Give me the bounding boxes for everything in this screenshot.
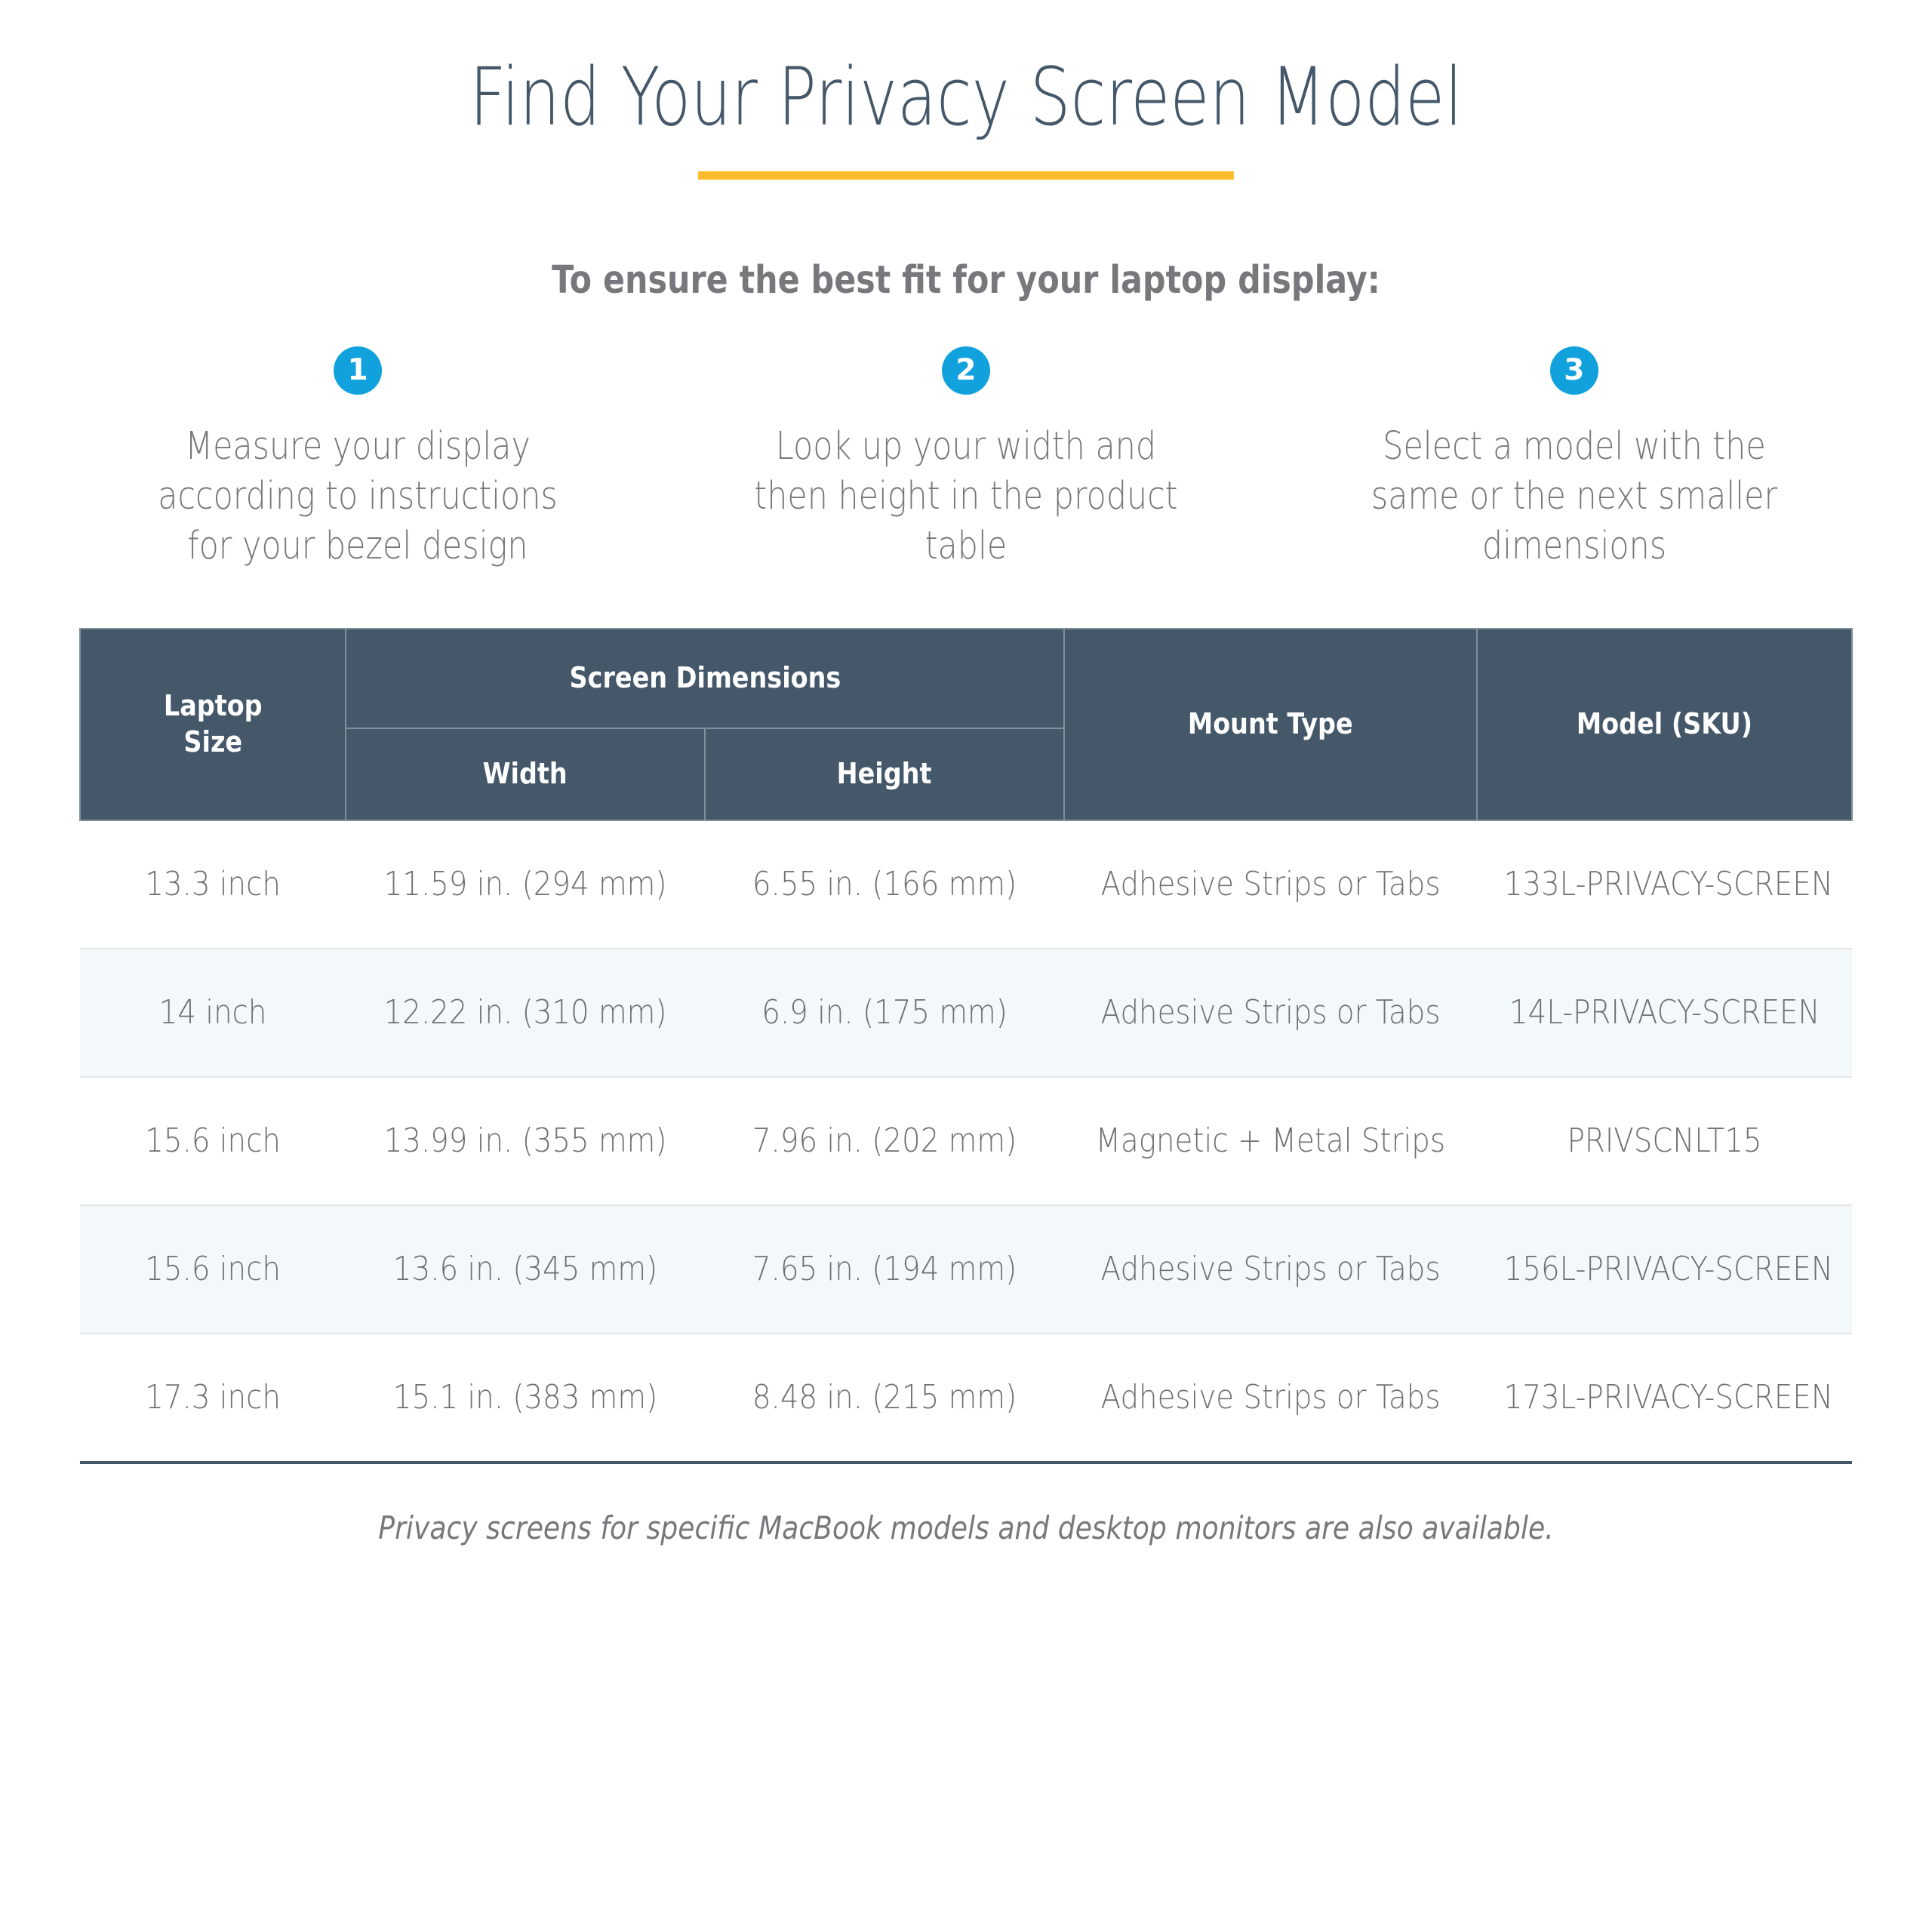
column-group-header-screen-dimensions: Screen Dimensions [345, 627, 1065, 729]
cell-model-sku: 173L-PRIVACY-SCREEN [1477, 1333, 1852, 1464]
cell-height: 6.9 in. (175 mm) [705, 948, 1064, 1078]
step-item-3: 3 Select a model with the same or the ne… [1270, 346, 1878, 572]
table-head: Laptop Size Screen Dimensions Mount Type… [79, 627, 1853, 821]
cell-width: 12.22 in. (310 mm) [346, 948, 705, 1078]
column-header-height-label: Height [837, 756, 932, 790]
table-row: 15.6 inch 13.99 in. (355 mm) 7.96 in. (2… [80, 1076, 1852, 1206]
cell-height: 6.55 in. (166 mm) [705, 820, 1064, 949]
page-title: Find Your Privacy Screen Model [469, 51, 1463, 143]
column-header-height: Height [704, 727, 1065, 821]
cell-height: 8.48 in. (215 mm) [705, 1333, 1064, 1464]
cell-model-sku: 133L-PRIVACY-SCREEN [1477, 820, 1852, 949]
column-header-mount-type: Mount Type [1063, 627, 1478, 821]
step-text-3: Select a model with the same or the next… [1371, 423, 1777, 569]
cell-width: 15.1 in. (383 mm) [346, 1333, 705, 1464]
table-row: 17.3 inch 15.1 in. (383 mm) 8.48 in. (21… [80, 1333, 1852, 1464]
cell-laptop-size: 13.3 inch [80, 820, 346, 949]
table-body: 13.3 inch 11.59 in. (294 mm) 6.55 in. (1… [80, 820, 1852, 1464]
table-header-row-group: Laptop Size Screen Dimensions Mount Type… [79, 627, 1853, 821]
product-table-wrapper: Laptop Size Screen Dimensions Mount Type… [79, 627, 1853, 1464]
footnote: Privacy screens for specific MacBook mod… [378, 1509, 1554, 1546]
cell-mount-type: Magnetic + Metal Strips [1064, 1076, 1477, 1206]
table-row: 15.6 inch 13.6 in. (345 mm) 7.65 in. (19… [80, 1204, 1852, 1334]
cell-laptop-size: 15.6 inch [80, 1204, 346, 1334]
table-row: 14 inch 12.22 in. (310 mm) 6.9 in. (175 … [80, 948, 1852, 1078]
step-item-2: 2 Look up your width and then height in … [662, 346, 1270, 572]
cell-mount-type: Adhesive Strips or Tabs [1064, 1333, 1477, 1464]
column-header-laptop-size-line1: Laptop [163, 689, 263, 723]
column-header-laptop-size-line2: Size [183, 724, 242, 758]
subtitle: To ensure the best fit for your laptop d… [552, 257, 1380, 303]
step-item-1: 1 Measure your display according to inst… [54, 346, 662, 572]
cell-model-sku: 156L-PRIVACY-SCREEN [1477, 1204, 1852, 1334]
column-group-header-label: Screen Dimensions [569, 660, 841, 694]
cell-laptop-size: 17.3 inch [80, 1333, 346, 1464]
cell-model-sku: PRIVSCNLT15 [1477, 1076, 1852, 1206]
step-text-1: Measure your display according to instru… [158, 423, 558, 569]
header-block: Find Your Privacy Screen Model [0, 0, 1932, 180]
step-number-badge-1: 1 [334, 346, 383, 395]
product-table: Laptop Size Screen Dimensions Mount Type… [79, 627, 1853, 1464]
step-number-badge-2: 2 [941, 346, 990, 395]
table-row: 13.3 inch 11.59 in. (294 mm) 6.55 in. (1… [80, 820, 1852, 949]
cell-laptop-size: 14 inch [80, 948, 346, 1078]
cell-mount-type: Adhesive Strips or Tabs [1064, 1204, 1477, 1334]
cell-mount-type: Adhesive Strips or Tabs [1064, 948, 1477, 1078]
cell-height: 7.96 in. (202 mm) [705, 1076, 1064, 1206]
column-header-model-sku: Model (SKU) [1476, 627, 1853, 821]
privacy-screen-model-finder-page: Find Your Privacy Screen Model To ensure… [0, 0, 1932, 1932]
cell-width: 13.6 in. (345 mm) [346, 1204, 705, 1334]
steps-list: 1 Measure your display according to inst… [53, 346, 1879, 572]
cell-width: 11.59 in. (294 mm) [346, 820, 705, 949]
title-accent-rule [698, 171, 1234, 180]
column-header-model-sku-label: Model (SKU) [1576, 706, 1753, 740]
cell-mount-type: Adhesive Strips or Tabs [1064, 820, 1477, 949]
column-header-laptop-size: Laptop Size [79, 627, 346, 821]
column-header-width-label: Width [482, 756, 568, 790]
step-number-badge-3: 3 [1549, 346, 1598, 395]
cell-model-sku: 14L-PRIVACY-SCREEN [1477, 948, 1852, 1078]
step-text-2: Look up your width and then height in th… [754, 423, 1178, 569]
cell-height: 7.65 in. (194 mm) [705, 1204, 1064, 1334]
column-header-width: Width [345, 727, 706, 821]
column-header-mount-type-label: Mount Type [1188, 706, 1353, 740]
cell-width: 13.99 in. (355 mm) [346, 1076, 705, 1206]
cell-laptop-size: 15.6 inch [80, 1076, 346, 1206]
